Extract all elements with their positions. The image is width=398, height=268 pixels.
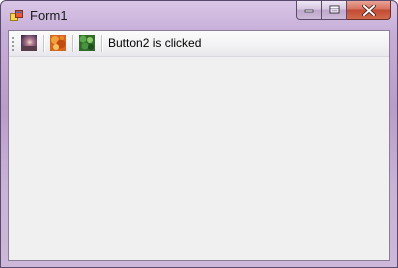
close-icon	[361, 4, 376, 16]
toolstrip-button3[interactable]	[79, 35, 95, 51]
form-client-area: Button2 is clicked	[8, 30, 390, 261]
toolstrip-separator	[101, 35, 103, 52]
toolstrip-separator	[43, 35, 45, 52]
windows-form-icon[interactable]	[10, 9, 24, 23]
caption-buttons	[296, 1, 391, 21]
title-bar[interactable]: Form1	[1, 1, 397, 31]
toolstrip: Button2 is clicked	[9, 31, 389, 57]
form1-window: Form1 Button2 is clicked	[0, 0, 398, 268]
window-title: Form1	[30, 8, 68, 23]
toolstrip-separator	[72, 35, 74, 52]
toolstrip-button1[interactable]	[21, 35, 37, 51]
toolstrip-grip-icon[interactable]	[12, 36, 15, 52]
image-icon-purple	[21, 35, 37, 51]
image-icon-orange	[50, 35, 66, 51]
maximize-icon	[329, 5, 339, 14]
maximize-button[interactable]	[322, 1, 347, 20]
minimize-icon	[304, 9, 314, 13]
image-icon-green	[79, 35, 95, 51]
minimize-button[interactable]	[296, 1, 322, 20]
toolstrip-status-label: Button2 is clicked	[108, 36, 202, 50]
toolstrip-button2[interactable]	[50, 35, 66, 51]
close-button[interactable]	[347, 1, 391, 20]
